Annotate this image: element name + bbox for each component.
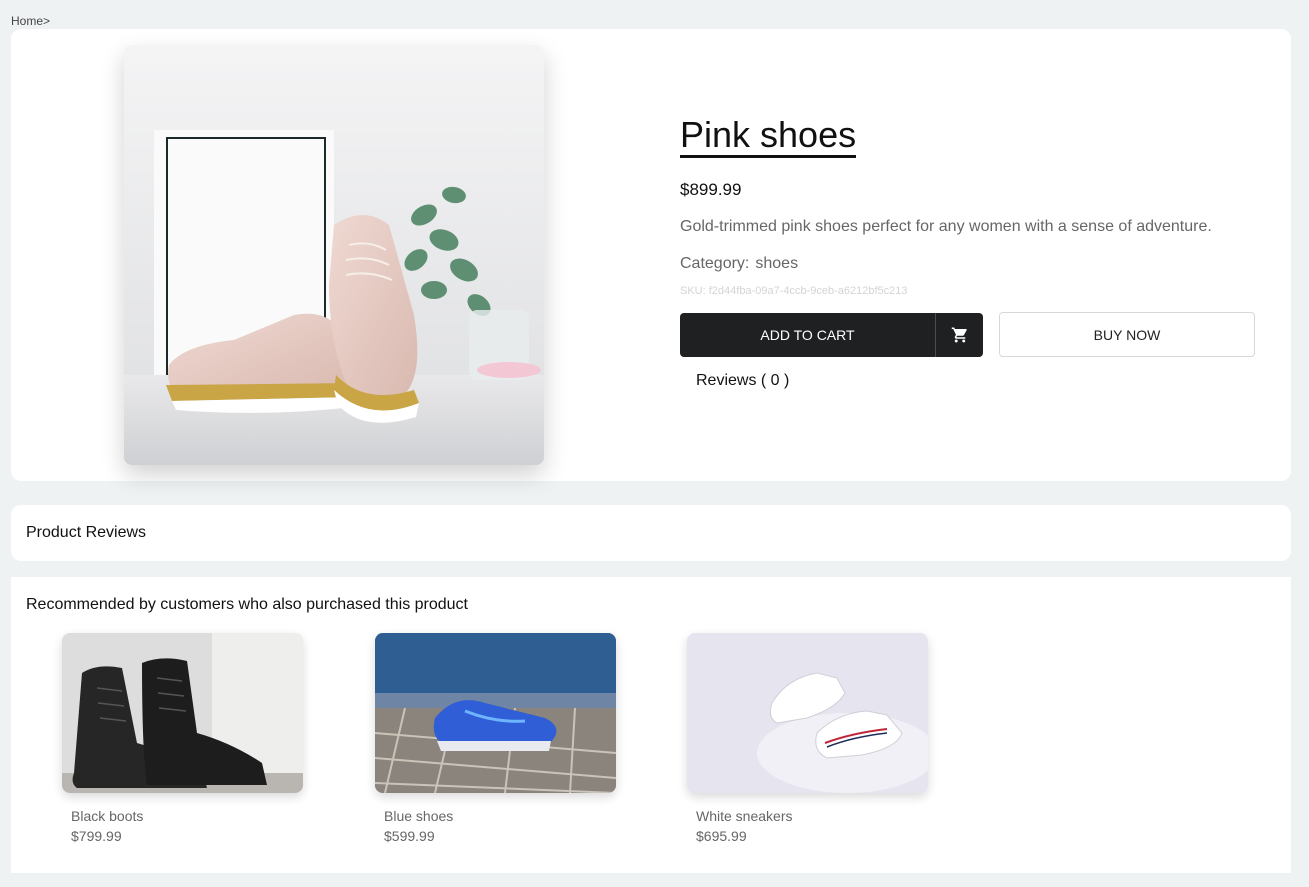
add-to-cart-label: ADD TO CART [760, 327, 855, 343]
recommendations-section: Recommended by customers who also purcha… [11, 577, 1291, 873]
reco-item-price: $695.99 [696, 828, 747, 844]
product-sku: SKU: f2d44fba-09a7-4ccb-9ceb-a6212bf5c21… [680, 285, 908, 297]
breadcrumb-home-link[interactable]: Home> [11, 14, 50, 28]
category-value: shoes [755, 255, 799, 272]
reco-item-name: Black boots [71, 808, 144, 824]
add-to-cart-button[interactable]: ADD TO CART [680, 313, 983, 357]
black-boots-image [62, 633, 303, 793]
recommendations-title: Recommended by customers who also purcha… [26, 596, 468, 613]
product-card: Pink shoes $899.99 Gold-trimmed pink sho… [11, 29, 1291, 481]
reco-item-white-sneakers[interactable]: White sneakers $695.99 [687, 633, 928, 844]
product-category: Category: shoes [680, 255, 798, 273]
reco-item-name: White sneakers [696, 808, 793, 824]
reco-item-name: Blue shoes [384, 808, 454, 824]
reviews-link[interactable]: Reviews ( 0 ) [696, 372, 789, 390]
category-label: Category: [680, 255, 750, 272]
reco-item-blue-shoes[interactable]: Blue shoes $599.99 [375, 633, 616, 844]
reco-item-price: $799.99 [71, 828, 122, 844]
product-title: Pink shoes [680, 115, 857, 158]
breadcrumb: Home> [11, 14, 50, 28]
product-reviews-section: Product Reviews [11, 505, 1291, 561]
white-sneakers-image [687, 633, 928, 793]
cart-icon[interactable] [935, 313, 983, 357]
reco-item-black-boots[interactable]: Black boots $799.99 [62, 633, 303, 844]
buy-now-button[interactable]: BUY NOW [999, 312, 1255, 357]
product-reviews-title: Product Reviews [26, 524, 147, 541]
reco-item-price: $599.99 [384, 828, 435, 844]
product-price: $899.99 [680, 180, 742, 199]
product-description: Gold-trimmed pink shoes perfect for any … [680, 218, 1212, 235]
product-image [124, 45, 544, 465]
blue-shoes-image [375, 633, 616, 793]
